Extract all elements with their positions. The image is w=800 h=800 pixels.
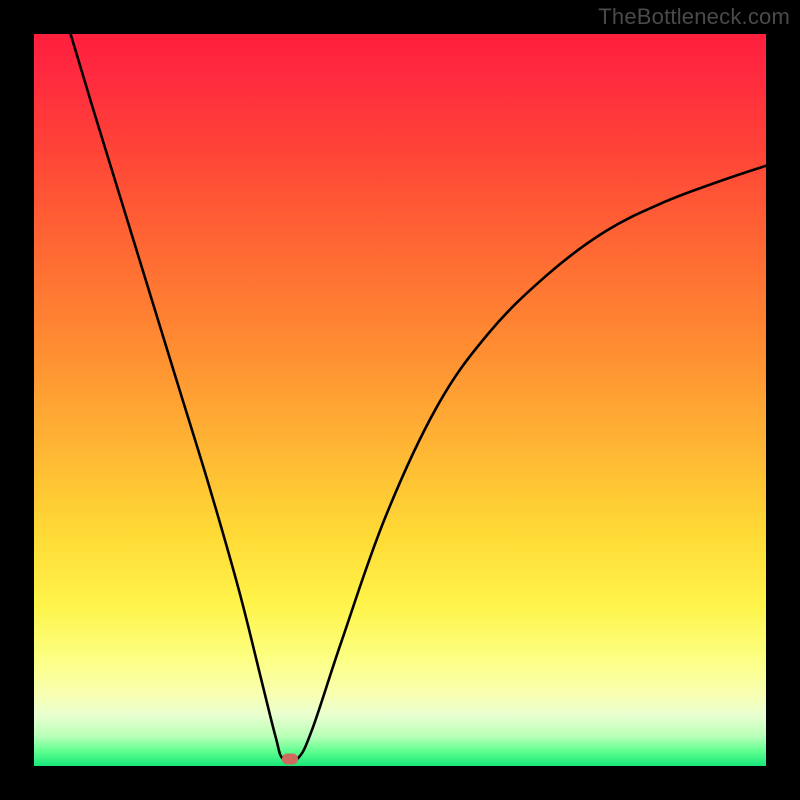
plot-area bbox=[34, 34, 766, 766]
chart-frame: TheBottleneck.com bbox=[0, 0, 800, 800]
watermark-text: TheBottleneck.com bbox=[598, 4, 790, 30]
minimum-marker bbox=[282, 753, 298, 764]
bottleneck-curve bbox=[34, 34, 766, 766]
